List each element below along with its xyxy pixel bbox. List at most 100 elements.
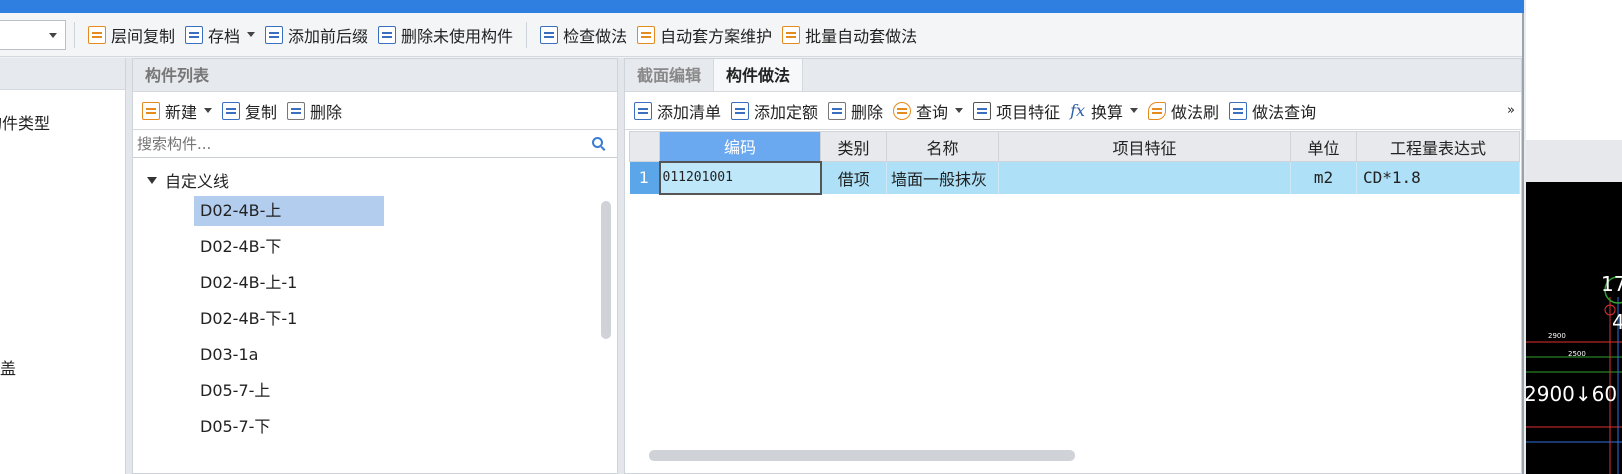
- copy-layers-icon: [88, 25, 106, 44]
- convert-button[interactable]: fx 换算: [1065, 96, 1143, 126]
- cell-feature[interactable]: [998, 161, 1291, 194]
- cad-header: [1526, 140, 1622, 182]
- archive-icon: [185, 25, 204, 44]
- check-method-button[interactable]: 检查做法: [535, 20, 632, 50]
- cad-label: 2900: [1548, 332, 1566, 340]
- component-search: [133, 130, 617, 158]
- tree-item-component-type[interactable]: 构件类型: [0, 110, 50, 134]
- cad-drawing-lines: [1526, 276, 1622, 474]
- method-brush-button[interactable]: 做法刷: [1143, 96, 1224, 126]
- auto-scheme-icon: [637, 25, 656, 44]
- new-file-icon: [142, 101, 160, 120]
- col-header-category[interactable]: 类别: [820, 131, 887, 162]
- col-header-feature[interactable]: 项目特征: [998, 131, 1291, 162]
- auto-scheme-button[interactable]: 自动套方案维护: [632, 20, 777, 50]
- method-query-button[interactable]: 做法查询: [1224, 96, 1321, 126]
- col-header-expr[interactable]: 工程量表达式: [1356, 131, 1520, 162]
- method-toolbar: 添加清单 添加定额 删除 查询 项目特征 fx 换算 做法刷 做法查询 »: [625, 92, 1521, 130]
- method-panel: 截面编辑 构件做法 添加清单 添加定额 删除 查询 项目特征 fx 换算 做法刷 …: [624, 58, 1522, 474]
- cell-code[interactable]: 011201001: [658, 160, 822, 195]
- row-number[interactable]: 1: [629, 161, 660, 194]
- item-feature-button[interactable]: 项目特征: [968, 96, 1065, 126]
- vertical-scrollbar[interactable]: [601, 201, 611, 339]
- col-header-name[interactable]: 名称: [886, 131, 999, 162]
- item-feature-icon: [973, 101, 992, 120]
- chevron-down-icon: [49, 32, 57, 38]
- query-button[interactable]: 查询: [888, 96, 968, 126]
- tab-section-edit[interactable]: 截面编辑: [625, 59, 713, 91]
- brush-icon: [1148, 101, 1167, 120]
- method-tabs: 截面编辑 构件做法: [625, 59, 1521, 92]
- cad-label: 2900↓60: [1526, 382, 1618, 406]
- copy-icon: [222, 101, 241, 120]
- copy-component-button[interactable]: 复制: [217, 96, 282, 126]
- chevron-down-icon[interactable]: [247, 32, 256, 37]
- method-table: 编码 类别 名称 项目特征 单位 工程量表达式 1 011201001 借项 墙…: [629, 131, 1520, 195]
- component-list-panel: 构件列表 新建 复制 删除 自定义线 D02-4B-上 D02-4B-下 D02…: [132, 58, 618, 474]
- check-method-icon: [540, 25, 559, 44]
- batch-auto-button[interactable]: 批量自动套做法: [777, 20, 922, 50]
- tree-node[interactable]: D02-4B-下: [194, 232, 384, 262]
- search-icon[interactable]: [592, 137, 603, 148]
- col-header-unit[interactable]: 单位: [1290, 131, 1357, 162]
- horizontal-scrollbar[interactable]: [649, 450, 1075, 461]
- cad-background: [1526, 0, 1622, 140]
- tree-node[interactable]: D02-4B-上: [194, 196, 384, 226]
- tree-node[interactable]: D05-7-下: [194, 412, 384, 442]
- cad-label: 17: [1601, 272, 1622, 296]
- cell-name[interactable]: 墙面一般抹灰: [886, 161, 999, 194]
- tree-item-floor-cover[interactable]: 楼盖: [0, 355, 16, 379]
- cad-label: 4: [1612, 310, 1622, 334]
- chevron-down-icon[interactable]: [1130, 108, 1139, 113]
- window-titlebar: [0, 0, 1524, 13]
- delete-unused-icon: [378, 25, 397, 44]
- tab-component-method[interactable]: 构件做法: [713, 59, 804, 91]
- panel-header: [0, 58, 125, 90]
- main-window: 层间复制 存档 添加前后缀 删除未使用构件 检查做法 自动套方案维护 批量自动套…: [0, 13, 1524, 474]
- floor-selector-dropdown[interactable]: [0, 19, 66, 50]
- col-header-code[interactable]: 编码: [659, 131, 821, 162]
- tree-node[interactable]: D03-1a: [194, 340, 384, 370]
- tree-node[interactable]: D02-4B-下-1: [194, 304, 384, 334]
- cell-category[interactable]: 借项: [820, 161, 887, 194]
- add-list-icon: [634, 101, 652, 120]
- batch-auto-icon: [782, 25, 801, 44]
- method-query-icon: [1229, 101, 1248, 120]
- add-prefix-suffix-icon: [265, 25, 284, 44]
- new-component-button[interactable]: 新建: [137, 96, 217, 126]
- col-header-rownum: [629, 131, 660, 162]
- archive-button[interactable]: 存档: [180, 20, 260, 50]
- toolbar-divider: [526, 21, 528, 48]
- fx-icon: fx: [1070, 101, 1086, 120]
- more-chevron-icon[interactable]: »: [1507, 103, 1515, 118]
- panel-title: 构件列表: [133, 59, 617, 92]
- cad-drawing-preview[interactable]: 17 4 2900 2500 2900↓60: [1526, 182, 1622, 474]
- copy-layers-button[interactable]: 层间复制: [83, 20, 180, 50]
- magnifier-icon: [893, 101, 912, 120]
- search-input[interactable]: [133, 131, 573, 156]
- tree-root-custom-line[interactable]: 自定义线: [147, 168, 229, 192]
- delete-component-button[interactable]: 删除: [282, 96, 347, 126]
- tree-node[interactable]: D02-4B-上-1: [194, 268, 384, 298]
- toolbar-divider: [74, 21, 75, 48]
- add-quota-button[interactable]: 添加定额: [726, 96, 823, 126]
- main-toolbar: 层间复制 存档 添加前后缀 删除未使用构件 检查做法 自动套方案维护 批量自动套…: [0, 13, 1522, 57]
- add-prefix-suffix-button[interactable]: 添加前后缀: [260, 20, 373, 50]
- chevron-down-icon[interactable]: [204, 108, 213, 113]
- add-quota-icon: [731, 101, 750, 120]
- delete-icon: [828, 101, 847, 120]
- cad-label: 2500: [1568, 350, 1586, 358]
- delete-method-button[interactable]: 删除: [823, 96, 888, 126]
- delete-unused-button[interactable]: 删除未使用构件: [373, 20, 518, 50]
- add-list-button[interactable]: 添加清单: [629, 96, 726, 126]
- table-row[interactable]: 1 011201001 借项 墙面一般抹灰 m2 CD*1.8: [629, 160, 1520, 195]
- component-list-toolbar: 新建 复制 删除: [133, 92, 617, 130]
- component-type-panel: 构件类型 洞 楼盖: [0, 58, 126, 474]
- collapse-triangle-icon[interactable]: [147, 176, 157, 184]
- table-header-row: 编码 类别 名称 项目特征 单位 工程量表达式: [629, 131, 1520, 162]
- cell-expr[interactable]: CD*1.8: [1356, 161, 1520, 194]
- chevron-down-icon[interactable]: [955, 108, 964, 113]
- tree-node[interactable]: D05-7-上: [194, 376, 384, 406]
- delete-icon: [287, 101, 306, 120]
- cell-unit[interactable]: m2: [1290, 161, 1357, 194]
